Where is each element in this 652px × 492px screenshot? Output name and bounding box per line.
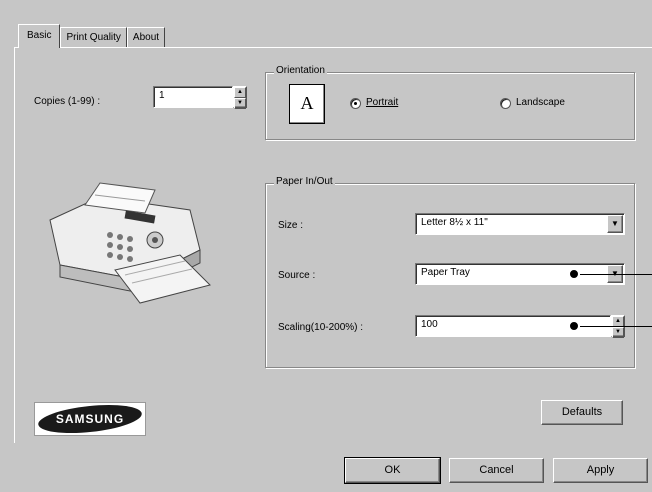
tab-strip: Basic Print Quality About: [18, 24, 166, 48]
scaling-label: Scaling(10-200%) :: [278, 322, 364, 333]
portrait-radio[interactable]: [350, 98, 361, 109]
source-label: Source :: [278, 270, 316, 281]
callout-marker-source: [568, 268, 580, 280]
callout-marker-scaling: [568, 320, 580, 332]
copies-label-text: Copies (1-99) :: [34, 96, 101, 107]
samsung-logo-frame: SAMSUNG: [34, 402, 146, 436]
size-label: Size :: [278, 220, 304, 231]
orientation-group-label: Orientation: [274, 65, 327, 76]
callout-line-scaling: [580, 326, 652, 327]
portrait-label[interactable]: Portrait: [366, 97, 398, 108]
spin-down-icon[interactable]: ▼: [234, 98, 246, 109]
size-select[interactable]: Letter 8½ x 11": [415, 213, 625, 235]
tab-about[interactable]: About: [126, 27, 166, 48]
tab-basic[interactable]: Basic: [18, 24, 61, 48]
apply-button[interactable]: Apply: [553, 458, 648, 483]
samsung-logo-text: SAMSUNG: [55, 412, 125, 426]
fax-machine-illustration: [49, 182, 211, 304]
ok-button[interactable]: OK: [344, 457, 441, 484]
cancel-button[interactable]: Cancel: [449, 458, 544, 483]
spin-down-icon[interactable]: ▼: [612, 327, 624, 338]
orientation-preview-icon: A: [289, 84, 325, 124]
spin-up-icon[interactable]: ▲: [234, 87, 246, 98]
defaults-button[interactable]: Defaults: [541, 400, 623, 425]
paper-group-label: Paper In/Out: [274, 176, 335, 187]
landscape-label[interactable]: Landscape: [516, 97, 565, 108]
copies-stepper[interactable]: ▲ ▼: [233, 86, 247, 109]
size-dropdown-chevron-icon[interactable]: ▼: [607, 215, 623, 233]
callout-line-source: [580, 274, 652, 275]
landscape-radio[interactable]: [500, 98, 511, 109]
copies-input[interactable]: 1: [153, 86, 233, 108]
tab-print-quality[interactable]: Print Quality: [60, 27, 127, 48]
